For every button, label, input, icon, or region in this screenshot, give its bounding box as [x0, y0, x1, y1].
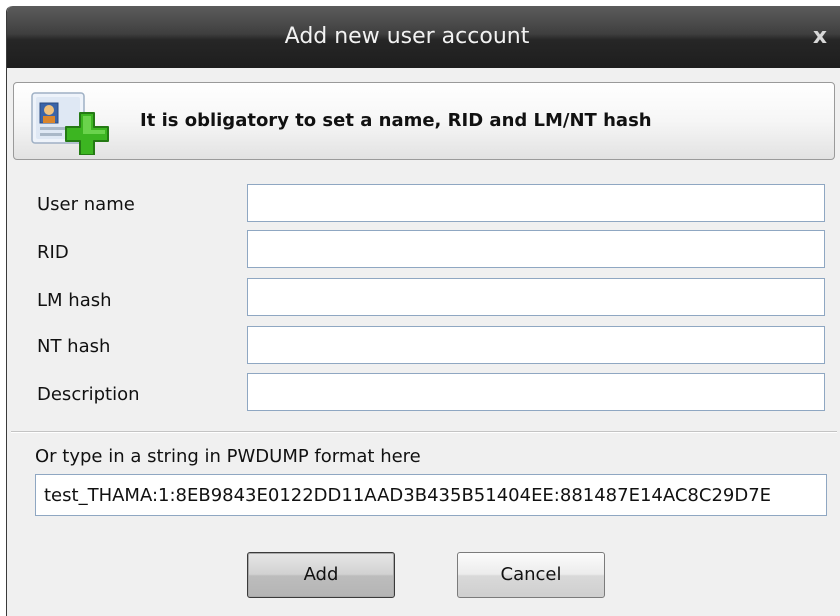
description-field[interactable] — [247, 373, 825, 411]
pwdump-label: Or type in a string in PWDUMP format her… — [35, 446, 421, 467]
window-title: Add new user account — [284, 24, 530, 49]
user-name-label: User name — [37, 194, 135, 215]
cancel-button-label: Cancel — [500, 564, 562, 585]
nt-hash-label: NT hash — [37, 336, 111, 357]
rid-field[interactable] — [247, 230, 825, 268]
nt-hash-field[interactable] — [247, 326, 825, 364]
rid-label: RID — [37, 242, 69, 263]
banner-message: It is obligatory to set a name, RID and … — [140, 110, 652, 131]
separator — [11, 431, 837, 433]
add-button-label: Add — [303, 564, 339, 585]
close-icon[interactable]: x — [807, 23, 833, 51]
title-bar[interactable]: Add new user account x — [7, 6, 840, 68]
lm-hash-label: LM hash — [37, 290, 112, 311]
add-button[interactable]: Add — [247, 552, 395, 598]
add-user-dialog: Add new user account x It is obligatory … — [6, 6, 840, 616]
add-user-icon — [31, 92, 109, 155]
pwdump-input[interactable] — [35, 474, 827, 516]
lm-hash-field[interactable] — [247, 278, 825, 316]
description-label: Description — [37, 384, 140, 405]
cancel-button[interactable]: Cancel — [457, 552, 605, 598]
user-name-field[interactable] — [247, 184, 825, 222]
info-banner: It is obligatory to set a name, RID and … — [13, 82, 835, 160]
